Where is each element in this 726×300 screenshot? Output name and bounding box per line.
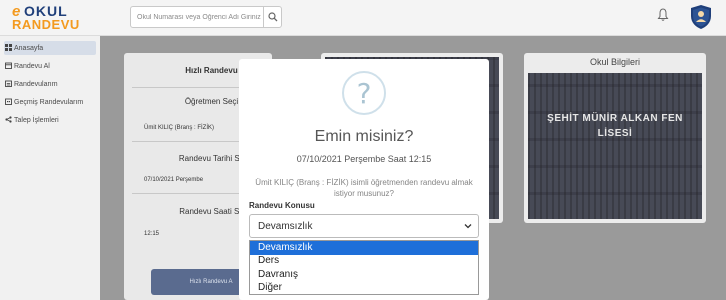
bell-icon[interactable]: [657, 8, 669, 22]
dialog-datetime: 07/10/2021 Perşembe Saat 12:15: [296, 154, 432, 164]
sidebar-item-label: Geçmiş Randevularım: [14, 98, 84, 106]
sidebar-item-randevu-al[interactable]: Randevu Al: [4, 59, 96, 73]
shield-avatar-icon[interactable]: [690, 4, 712, 30]
topic-option[interactable]: Ders: [250, 254, 478, 268]
sidebar-item-anasayfa[interactable]: Anasayfa: [4, 41, 96, 55]
sidebar-item-label: Anasayfa: [14, 44, 44, 52]
search-icon: [267, 12, 277, 22]
search-button[interactable]: [263, 7, 281, 27]
sidebar-item-label: Randevu Al: [14, 62, 50, 70]
confirm-dialog: ? Emin misiniz? 07/10/2021 Perşembe Saat…: [239, 59, 489, 300]
sidebar-item-label: Talep İşlemleri: [14, 116, 59, 124]
top-header: e OKUL RANDEVU: [0, 0, 726, 36]
logo-randevu: RANDEVU: [12, 17, 80, 32]
topic-option[interactable]: Davranış: [250, 268, 478, 282]
history-icon: [5, 98, 12, 105]
sidebar: Anasayfa Randevu Al Randevularım Geçmiş …: [0, 36, 100, 300]
sidebar-item-label: Randevularım: [14, 80, 58, 88]
chevron-down-icon: [464, 224, 472, 229]
calendar-icon: [5, 62, 12, 69]
time-select[interactable]: 12:15: [144, 231, 159, 237]
question-icon: ?: [342, 71, 386, 115]
topic-option[interactable]: Devamsızlık: [250, 241, 478, 255]
topic-dropdown-list: Devamsızlık Ders Davranış Diğer: [249, 240, 479, 295]
date-select[interactable]: 07/10/2021 Perşembe: [144, 177, 203, 183]
sidebar-item-talep-islemleri[interactable]: Talep İşlemleri: [4, 113, 96, 127]
topic-select[interactable]: Devamsızlık: [249, 214, 479, 238]
dialog-title: Emin misiniz?: [314, 128, 414, 145]
sidebar-item-gecmis-randevularim[interactable]: Geçmiş Randevularım: [4, 95, 96, 109]
dialog-message: Ümit KILIÇ (Branş : FİZİK) isimli öğretm…: [255, 178, 473, 198]
topic-select-value: Devamsızlık: [258, 220, 313, 232]
school-info-label: Okul Bilgileri: [589, 57, 640, 67]
share-icon: [5, 116, 12, 123]
search-box: [130, 6, 282, 28]
topic-option[interactable]: Diğer: [250, 281, 478, 295]
teacher-select[interactable]: Ümit KILIÇ (Branş : FİZİK): [144, 125, 214, 131]
dashboard-icon: [5, 44, 12, 51]
school-info-card[interactable]: Okul Bilgileri ŞEHİT MÜNİR ALKAN FEN LİS…: [524, 53, 706, 223]
sidebar-item-randevularim[interactable]: Randevularım: [4, 77, 96, 91]
eokul-randevu-logo[interactable]: e OKUL RANDEVU: [12, 3, 92, 33]
topic-select-label: Randevu Konusu: [249, 201, 315, 210]
bookshelf-image: [528, 73, 702, 219]
calendar-list-icon: [5, 80, 12, 87]
school-name: ŞEHİT MÜNİR ALKAN FEN LİSESİ: [547, 113, 683, 139]
search-input[interactable]: [131, 7, 263, 27]
